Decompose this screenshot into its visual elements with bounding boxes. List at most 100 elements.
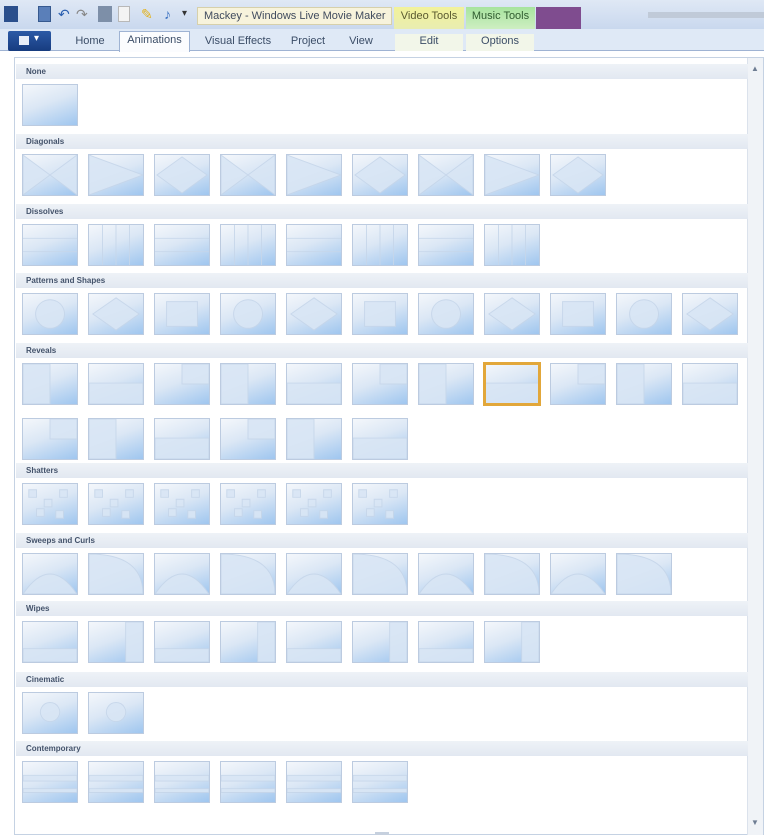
- transition-tile-reveals[interactable]: [286, 418, 342, 460]
- transition-tile-sweeps-and-curls[interactable]: [286, 553, 342, 595]
- transition-tile-shatters[interactable]: [286, 483, 342, 525]
- save-icon[interactable]: [38, 6, 51, 22]
- transition-tile-wipes[interactable]: [286, 621, 342, 663]
- transition-tile-contemporary[interactable]: [286, 761, 342, 803]
- transition-tile-shatters[interactable]: [88, 483, 144, 525]
- tab-project[interactable]: Project: [285, 34, 331, 51]
- transition-tile-diagonals[interactable]: [22, 154, 78, 196]
- transition-tile-sweeps-and-curls[interactable]: [418, 553, 474, 595]
- transition-tile-patterns-and-shapes[interactable]: [616, 293, 672, 335]
- transition-tile-diagonals[interactable]: [154, 154, 210, 196]
- transition-tile-contemporary[interactable]: [154, 761, 210, 803]
- transition-tile-reveals[interactable]: [88, 418, 144, 460]
- transition-tile-dissolves[interactable]: [352, 224, 408, 266]
- transition-tile-sweeps-and-curls[interactable]: [88, 553, 144, 595]
- tab-visual-effects[interactable]: Visual Effects: [198, 34, 278, 51]
- transition-tile-dissolves[interactable]: [220, 224, 276, 266]
- transition-tile-diagonals[interactable]: [484, 154, 540, 196]
- transition-tile-reveals[interactable]: [550, 363, 606, 405]
- transition-tile-diagonals[interactable]: [220, 154, 276, 196]
- transition-tile-reveals[interactable]: [616, 363, 672, 405]
- transition-tile-shatters[interactable]: [22, 483, 78, 525]
- transition-tile-patterns-and-shapes[interactable]: [418, 293, 474, 335]
- transition-tile-patterns-and-shapes[interactable]: [352, 293, 408, 335]
- transition-tile-reveals[interactable]: [352, 418, 408, 460]
- transition-tile-patterns-and-shapes[interactable]: [484, 293, 540, 335]
- transition-tile-reveals[interactable]: [22, 363, 78, 405]
- redo-icon[interactable]: ↷: [76, 6, 90, 22]
- chevron-down-icon: ▾: [34, 33, 40, 44]
- transition-tile-shatters[interactable]: [154, 483, 210, 525]
- transition-tile-wipes[interactable]: [22, 621, 78, 663]
- transition-tile-none[interactable]: [22, 84, 78, 126]
- transition-tile-dissolves[interactable]: [22, 224, 78, 266]
- transition-tile-dissolves[interactable]: [154, 224, 210, 266]
- transition-tile-diagonals[interactable]: [418, 154, 474, 196]
- transition-tile-patterns-and-shapes[interactable]: [220, 293, 276, 335]
- transition-tile-reveals[interactable]: [418, 363, 474, 405]
- transition-tile-wipes[interactable]: [484, 621, 540, 663]
- transition-tile-reveals[interactable]: [682, 363, 738, 405]
- music-note-icon[interactable]: ♪: [164, 6, 174, 22]
- transition-tile-dissolves[interactable]: [88, 224, 144, 266]
- gallery-scrollbar[interactable]: ▲ ▼: [747, 58, 763, 835]
- transition-tile-patterns-and-shapes[interactable]: [154, 293, 210, 335]
- transition-tile-sweeps-and-curls[interactable]: [484, 553, 540, 595]
- transition-tile-shatters[interactable]: [220, 483, 276, 525]
- transition-tile-patterns-and-shapes[interactable]: [22, 293, 78, 335]
- transition-tile-wipes[interactable]: [352, 621, 408, 663]
- transition-tile-diagonals[interactable]: [286, 154, 342, 196]
- transition-tile-reveals[interactable]: [88, 363, 144, 405]
- transition-tile-dissolves[interactable]: [286, 224, 342, 266]
- scroll-up-icon[interactable]: ▲: [751, 64, 759, 73]
- transition-tile-reveals[interactable]: [220, 418, 276, 460]
- transition-tile-diagonals[interactable]: [352, 154, 408, 196]
- transition-tile-sweeps-and-curls[interactable]: [352, 553, 408, 595]
- transition-tile-wipes[interactable]: [154, 621, 210, 663]
- tab-options[interactable]: Options: [466, 34, 534, 51]
- transition-tile-diagonals[interactable]: [88, 154, 144, 196]
- transition-tile-contemporary[interactable]: [352, 761, 408, 803]
- transition-tile-contemporary[interactable]: [88, 761, 144, 803]
- chevron-down-icon[interactable]: ▾: [182, 6, 192, 22]
- transition-tile-sweeps-and-curls[interactable]: [550, 553, 606, 595]
- transition-tile-sweeps-and-curls[interactable]: [616, 553, 672, 595]
- transition-tile-sweeps-and-curls[interactable]: [22, 553, 78, 595]
- transition-tile-reveals[interactable]: [220, 363, 276, 405]
- transition-tile-patterns-and-shapes[interactable]: [550, 293, 606, 335]
- transition-tile-dissolves[interactable]: [484, 224, 540, 266]
- scroll-down-icon[interactable]: ▼: [751, 818, 759, 827]
- transition-tile-reveals[interactable]: [22, 418, 78, 460]
- transition-tile-reveals[interactable]: [154, 363, 210, 405]
- transition-tile-reveals[interactable]: [286, 363, 342, 405]
- transition-tile-patterns-and-shapes[interactable]: [286, 293, 342, 335]
- transition-tile-shatters[interactable]: [352, 483, 408, 525]
- transition-tile-wipes[interactable]: [220, 621, 276, 663]
- transition-tile-wipes[interactable]: [418, 621, 474, 663]
- transition-tile-sweeps-and-curls[interactable]: [154, 553, 210, 595]
- undo-icon[interactable]: ↶: [58, 6, 72, 22]
- tab-edit[interactable]: Edit: [395, 34, 463, 51]
- transition-tile-patterns-and-shapes[interactable]: [682, 293, 738, 335]
- file-menu-button[interactable]: ▾: [8, 31, 51, 51]
- transition-tile-contemporary[interactable]: [22, 761, 78, 803]
- transition-tile-diagonals[interactable]: [550, 154, 606, 196]
- title-bar-controls: [648, 12, 764, 18]
- transition-tile-contemporary[interactable]: [220, 761, 276, 803]
- transition-tile-cinematic[interactable]: [22, 692, 78, 734]
- tab-animations[interactable]: Animations: [119, 31, 190, 52]
- new-project-icon[interactable]: [118, 6, 130, 22]
- tab-home[interactable]: Home: [62, 34, 118, 51]
- tab-view[interactable]: View: [340, 34, 382, 51]
- transition-tile-reveals[interactable]: [352, 363, 408, 405]
- transition-tile-sweeps-and-curls[interactable]: [220, 553, 276, 595]
- transition-tile-patterns-and-shapes[interactable]: [88, 293, 144, 335]
- transition-tile-wipes[interactable]: [88, 621, 144, 663]
- transition-tile-dissolves[interactable]: [418, 224, 474, 266]
- transition-tile-reveals[interactable]: [483, 362, 541, 406]
- film-icon[interactable]: [98, 6, 112, 22]
- transition-tile-cinematic[interactable]: [88, 692, 144, 734]
- app-icon[interactable]: [4, 6, 18, 22]
- transition-tile-reveals[interactable]: [154, 418, 210, 460]
- pen-icon[interactable]: ✎: [141, 6, 153, 22]
